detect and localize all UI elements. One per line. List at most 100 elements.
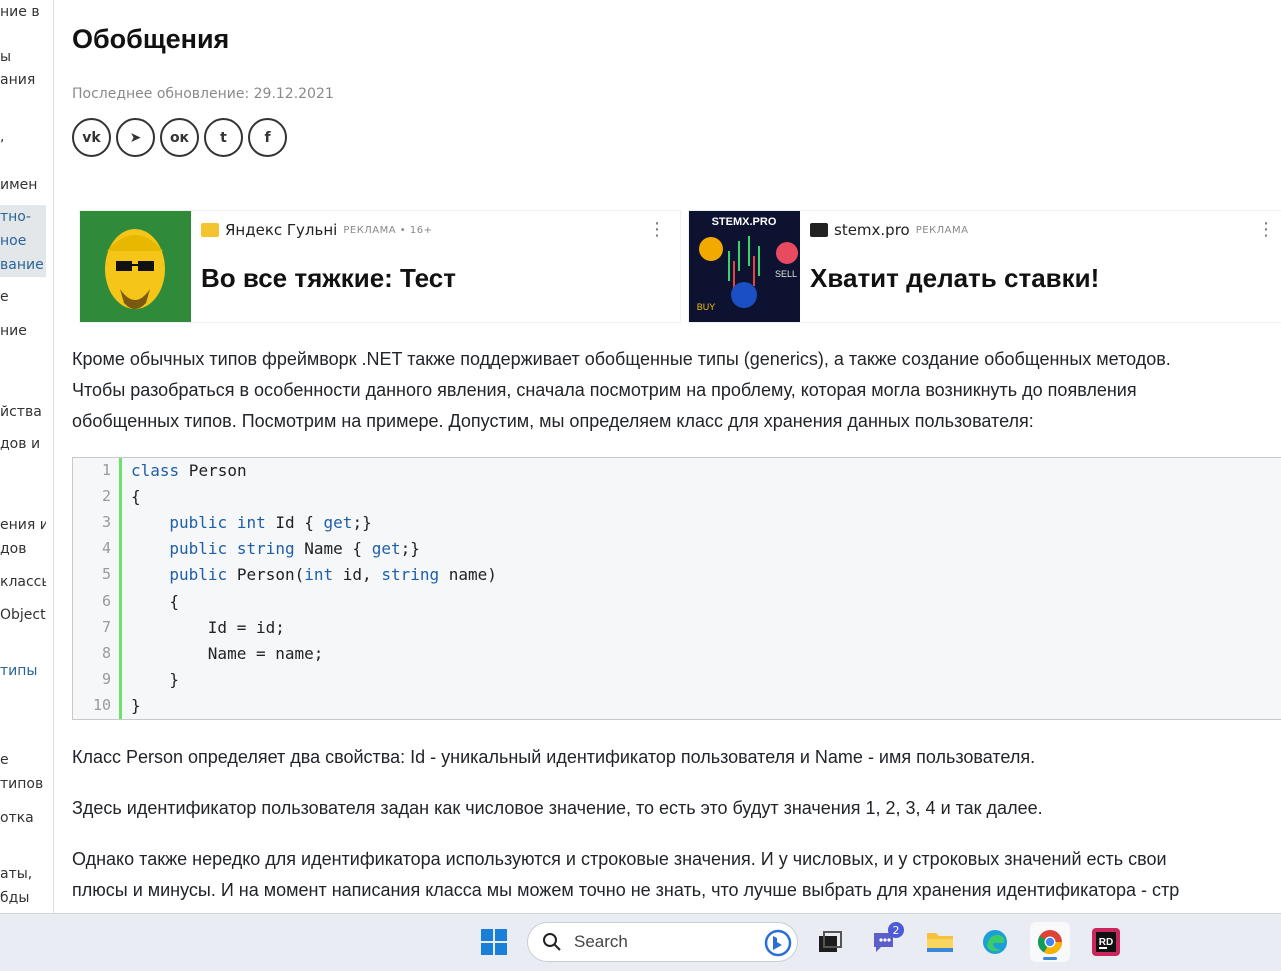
page-title: Обобщения [72,24,230,54]
code-line: public Person(int id, string name) [169,565,497,584]
rider-label: RD [1099,937,1113,948]
chrome-icon[interactable] [1030,922,1070,962]
code-line: } [169,670,179,689]
rider-icon[interactable]: RD [1086,922,1126,962]
sidebar-item[interactable]: типы [0,659,46,683]
teams-chat-icon[interactable]: 2 [865,922,905,962]
code-keyword: get [323,513,353,533]
sidebar-item[interactable]: типов [0,772,46,796]
code-line: { [169,592,179,611]
telegram-icon[interactable]: ➤ [116,118,155,157]
sidebar-item[interactable]: ние в [0,0,46,24]
bing-icon[interactable] [763,928,793,958]
code-block[interactable]: 1 2 3 4 5 6 7 8 9 10 class Person {public int Id {… [72,457,1281,720]
line-number: 2 [101,487,111,506]
sidebar-item[interactable]: дов [0,537,46,561]
chat-badge: 2 [888,922,904,938]
code-text: ;} [352,513,372,533]
code-keyword: class [131,461,180,480]
yandex-games-logo-icon [201,223,219,237]
code-keyword: int [236,513,266,533]
twitter-icon[interactable]: t [204,118,243,157]
sidebar-item[interactable]: е [0,285,46,309]
sidebar-item[interactable]: имен [0,173,46,197]
line-number: 3 [101,513,111,532]
ad-image-sell: SELL [775,269,797,279]
sidebar-item[interactable]: вание [0,253,46,277]
sidebar-item[interactable]: тно- [0,205,46,229]
code-keyword: public [169,565,228,585]
ad-image-trading: STEMX.PRO SELL BUY [689,211,800,322]
line-number: 7 [101,617,111,636]
code-keyword: get [371,539,401,559]
sidebar-item[interactable]: отка [0,806,46,830]
ad-banner-stemx[interactable]: STEMX.PRO SELL BUY stemx.pro РЕКЛАМА Хва… [689,211,1281,322]
code-line: class Person [131,461,247,480]
ad-source: Яндекс Гульні РЕКЛАМА • 16+ [201,221,432,239]
code-text: Id { [265,513,324,533]
line-number: 4 [101,539,111,558]
sidebar-item[interactable]: йства [0,400,46,424]
code-keyword: public [169,539,228,559]
active-app-indicator [1043,957,1057,960]
code-line: public string Name { get;} [169,539,419,558]
code-line: { [131,487,141,506]
code-line: public int Id { get;} [169,513,371,532]
main-content: Обобщения Последнее обновление: 29.12.20… [54,0,1281,913]
sidebar-item[interactable]: ания [0,68,46,92]
sidebar-nav: ние в ы ания, имен тно-ное вание е ние йства дов … [0,0,54,913]
line-number: 1 [101,461,111,479]
code-text: name) [439,565,497,585]
ad-headline[interactable]: Во все тяжкие: Тест [201,263,456,294]
code-text: id, [333,565,382,585]
line-number: 9 [101,669,111,688]
code-keyword: string [381,565,440,585]
sidebar-item[interactable]: ние [0,319,46,343]
paragraph-line: обобщенных типов. Посмотрим на примере. … [72,411,1034,431]
share-buttons: vk ➤ ок t f [72,118,287,157]
search-icon [543,933,561,951]
task-view-icon[interactable] [810,922,850,962]
sidebar-item[interactable]: ное [0,229,46,253]
edge-icon[interactable] [975,922,1015,962]
windows-start-icon[interactable] [474,922,514,962]
ad-headline[interactable]: Хватит делать ставки! [810,263,1099,294]
ad-banner-yandex[interactable]: Яндекс Гульні РЕКЛАМА • 16+ Во все тяжки… [80,211,680,322]
code-text: { [169,591,180,611]
more-vertical-icon[interactable]: ⋮ [1257,221,1275,239]
taskbar-search-box[interactable]: Search [527,922,798,962]
ad-tag: РЕКЛАМА [915,224,969,236]
paragraph-line: Чтобы разобраться в особенности данного … [72,380,1137,400]
code-text: Person( [227,565,305,585]
file-explorer-icon[interactable] [920,922,960,962]
sidebar-item[interactable]: бды [0,886,46,910]
more-vertical-icon[interactable]: ⋮ [648,221,666,239]
sidebar-item[interactable]: ения и [0,513,46,537]
paragraph-line: Кроме обычных типов фреймворк .NET также… [72,349,1171,369]
last-updated: Последнее обновление: 29.12.2021 [72,86,334,102]
code-line: Name = name; [208,644,324,663]
sidebar-item[interactable]: е [0,748,46,772]
line-number: 10 [92,695,111,714]
code-text: Id = id; [207,617,285,637]
ad-source-name: stemx.pro [834,221,910,239]
sidebar-item[interactable]: аты, [0,862,46,886]
sidebar-item[interactable]: ы [0,45,46,69]
code-text: ;} [400,539,420,559]
sidebar-item[interactable]: , [0,125,46,149]
code-keyword: public [169,513,228,533]
code-text: { [131,487,141,507]
code-text: Name { [294,539,372,559]
vk-icon[interactable]: vk [72,118,111,157]
ad-image-heisenberg [80,211,191,322]
facebook-icon[interactable]: f [248,118,287,157]
paragraph: Здесь идентификатор пользователя задан к… [72,798,1043,818]
sidebar-item[interactable]: Object [0,603,46,627]
code-keyword: string [236,539,295,559]
sidebar-item[interactable]: классы [0,570,46,594]
sidebar-item[interactable]: дов и [0,432,46,456]
odnoklassniki-icon[interactable]: ок [160,118,199,157]
line-number: 6 [101,591,111,610]
